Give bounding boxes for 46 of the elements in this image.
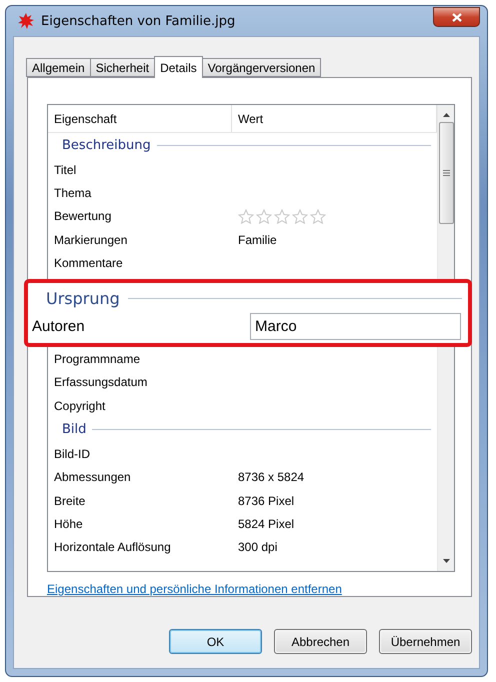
- star-icon[interactable]: [310, 208, 326, 224]
- star-icon[interactable]: [238, 208, 254, 224]
- window-title: Eigenschaften von Familie.jpg: [41, 14, 236, 28]
- property-name: Autoren: [32, 318, 86, 334]
- close-icon: [452, 12, 462, 22]
- property-value: 300 dpi: [238, 540, 278, 554]
- property-name: Breite: [53, 494, 86, 508]
- group-title: Ursprung: [46, 288, 120, 308]
- group-title: Bild: [62, 422, 86, 438]
- property-value: 8736 x 5824: [238, 470, 304, 484]
- group-title: Beschreibung: [62, 138, 151, 153]
- property-name: Horizontale Auflösung: [53, 540, 172, 554]
- scroll-thumb[interactable]: [438, 122, 454, 224]
- grip-icon: [442, 170, 450, 176]
- property-name: Markierungen: [53, 232, 128, 247]
- tab[interactable]: Sicherheit: [90, 58, 156, 77]
- tab[interactable]: Details: [154, 56, 203, 78]
- tab[interactable]: Vorgängerversionen: [202, 58, 322, 77]
- dialog-button[interactable]: OK: [169, 629, 262, 654]
- star-icon[interactable]: [292, 208, 308, 224]
- tab[interactable]: Allgemein: [26, 58, 91, 77]
- column-header[interactable]: Eigenschaft: [48, 105, 232, 132]
- property-name: Titel: [53, 162, 78, 177]
- arrow-up-icon[interactable]: [442, 113, 450, 117]
- property-value: 5824 Pixel: [238, 516, 294, 531]
- property-name: Bewertung: [53, 209, 112, 224]
- dialog-button[interactable]: Abbrechen: [274, 629, 367, 654]
- property-name: Thema: [53, 186, 92, 200]
- arrow-down-icon[interactable]: [442, 559, 450, 563]
- star-icon[interactable]: [274, 208, 290, 224]
- close-button[interactable]: [433, 7, 480, 27]
- authors-input[interactable]: Marco: [250, 312, 461, 340]
- remove-properties-link[interactable]: Eigenschaften und persönliche Informationen entfernen: [47, 582, 455, 596]
- dialog-button[interactable]: Übernehmen: [379, 629, 472, 654]
- property-name: Copyright: [53, 398, 106, 413]
- property-name: Programmname: [53, 352, 142, 366]
- property-name: Höhe: [53, 516, 84, 531]
- property-name: Erfassungsdatum: [53, 375, 148, 390]
- property-name: Bild-ID: [53, 447, 92, 462]
- rating-stars[interactable]: [238, 208, 326, 224]
- star-icon[interactable]: [256, 208, 272, 224]
- property-value: 8736 Pixel: [238, 494, 294, 508]
- property-name: Abmessungen: [53, 470, 132, 484]
- property-value: Familie: [238, 232, 277, 247]
- splash-icon: [17, 12, 35, 30]
- property-name: Kommentare: [53, 256, 124, 270]
